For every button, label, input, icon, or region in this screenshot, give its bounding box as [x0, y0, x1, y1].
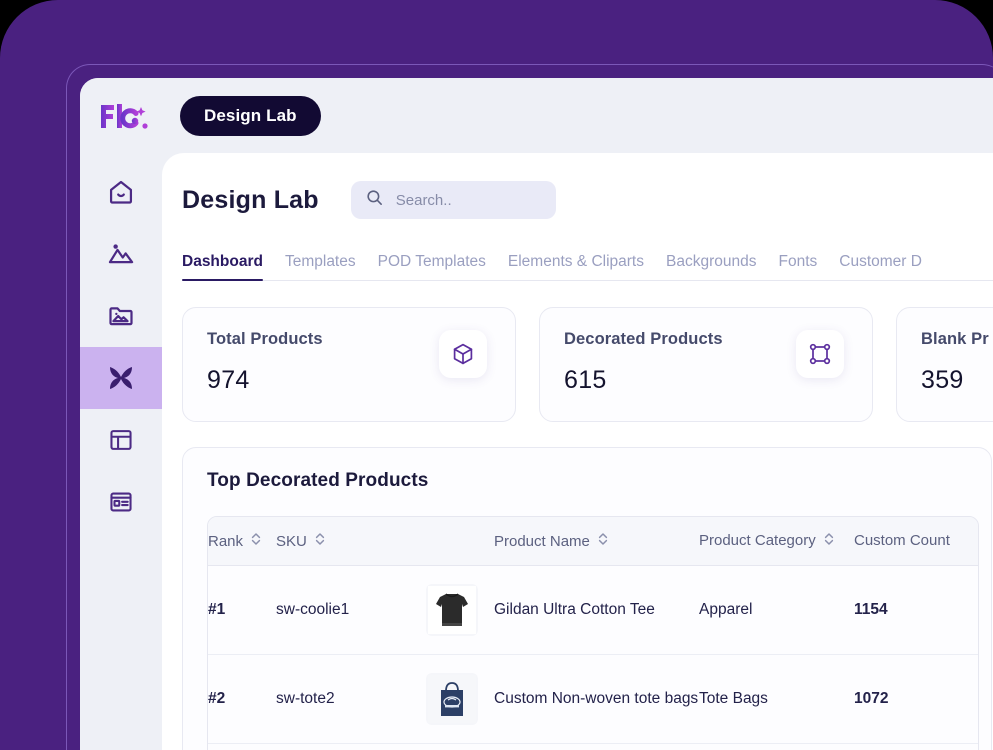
tab-customer-designs[interactable]: Customer D — [839, 253, 922, 280]
sort-icon[interactable] — [315, 531, 325, 551]
tab-pod-templates[interactable]: POD Templates — [378, 253, 486, 280]
sidebar-item-design-lab[interactable] — [80, 347, 162, 409]
tab-bar: Dashboard Templates POD Templates Elemen… — [182, 245, 993, 281]
col-custom-count-label: Custom Count — [854, 532, 950, 549]
stat-label: Blank Pr — [921, 330, 989, 348]
cell-product-name: Custom Non-woven tote bags — [494, 655, 699, 745]
cell-sku: sw-coolie1 — [276, 566, 426, 656]
tab-elements-cliparts[interactable]: Elements & Cliparts — [508, 253, 644, 280]
cell-thumbnail — [426, 655, 494, 745]
butterfly-x-icon — [105, 362, 137, 394]
page-title: Design Lab — [182, 185, 319, 214]
cube-box-icon — [439, 330, 487, 378]
sidebar-item-catalog[interactable] — [80, 471, 162, 533]
cell-sku: sw-tote2 — [276, 655, 426, 745]
col-thumbnail — [426, 517, 494, 567]
search-icon — [365, 188, 384, 212]
table-head: Rank SKU Product Name Product Category C… — [208, 517, 978, 567]
module-badge[interactable]: Design Lab — [180, 95, 321, 136]
product-thumbnail-tshirt — [426, 584, 478, 637]
cell-thumbnail — [426, 566, 494, 656]
tab-dashboard[interactable]: Dashboard — [182, 253, 263, 281]
table-title: Top Decorated Products — [207, 470, 429, 491]
cell-category: Tote Bags — [699, 655, 854, 745]
table-body: #1 sw-coolie1 Gildan Ultra Cotton Tee Ap… — [208, 566, 978, 750]
tab-fonts[interactable]: Fonts — [778, 253, 817, 280]
layout-panel-icon — [108, 427, 134, 453]
cell-count: 1072 — [854, 655, 978, 745]
content-header: Design Lab — [162, 153, 993, 219]
cell-sku — [276, 744, 426, 750]
top-bar: Design Lab — [80, 78, 993, 153]
search-input[interactable] — [395, 191, 531, 209]
sidebar-item-gallery[interactable] — [80, 223, 162, 285]
cell-count — [854, 744, 978, 750]
tab-templates[interactable]: Templates — [285, 253, 356, 280]
table-row[interactable] — [208, 744, 978, 750]
cell-rank: #1 — [208, 566, 276, 656]
col-product-category-label: Product Category — [699, 532, 816, 549]
image-mountain-icon — [107, 240, 135, 268]
stat-card-decorated-products[interactable]: Decorated Products 615 — [539, 307, 873, 422]
top-products-table: Rank SKU Product Name Product Category C… — [207, 516, 979, 750]
col-product-name[interactable]: Product Name — [494, 517, 699, 567]
table-header-row: Rank SKU Product Name Product Category C… — [208, 517, 978, 567]
col-product-category[interactable]: Product Category — [699, 517, 854, 567]
col-product-name-label: Product Name — [494, 532, 590, 550]
col-sku[interactable]: SKU — [276, 517, 426, 567]
sort-icon[interactable] — [598, 531, 608, 551]
cell-rank — [208, 744, 276, 750]
content-panel: Design Lab Dashboard Templates POD Templ… — [162, 153, 993, 750]
table-row[interactable]: #1 sw-coolie1 Gildan Ultra Cotton Tee Ap… — [208, 566, 978, 656]
sort-icon[interactable] — [824, 531, 834, 551]
tab-backgrounds[interactable]: Backgrounds — [666, 253, 756, 280]
sidebar-item-layout[interactable] — [80, 409, 162, 471]
home-icon — [107, 178, 135, 206]
card-list-icon — [108, 489, 134, 515]
cell-category: Apparel — [699, 566, 854, 656]
stat-card-blank-products[interactable]: Blank Pr 359 — [896, 307, 993, 422]
col-sku-label: SKU — [276, 532, 307, 550]
cell-product-name — [494, 744, 699, 750]
sidebar-item-home[interactable] — [80, 161, 162, 223]
stat-value: 359 — [921, 366, 964, 394]
product-thumbnail-tote — [426, 673, 478, 726]
cell-category — [699, 744, 854, 750]
table-row[interactable]: #2 sw-tote2 Custom Non-woven tote bags T… — [208, 655, 978, 745]
sidebar — [80, 153, 162, 750]
sort-icon[interactable] — [251, 531, 261, 551]
col-rank-label: Rank — [208, 532, 244, 550]
purple-backdrop: Design Lab Design Lab Search.. Dashboard… — [0, 0, 993, 750]
folder-image-icon — [107, 302, 135, 330]
stat-card-row: Total Products 974 Decorated Products 61… — [182, 307, 993, 422]
app-window: Design Lab Design Lab Search.. Dashboard… — [80, 78, 993, 750]
transform-frame-icon — [796, 330, 844, 378]
search-box[interactable] — [350, 181, 556, 219]
stat-card-total-products[interactable]: Total Products 974 — [182, 307, 516, 422]
sidebar-item-media-folder[interactable] — [80, 285, 162, 347]
cell-thumbnail — [426, 744, 494, 750]
col-custom-count[interactable]: Custom Count — [854, 517, 978, 567]
cell-count: 1154 — [854, 566, 978, 656]
col-rank[interactable]: Rank — [208, 517, 276, 567]
flo-logo-icon[interactable] — [98, 99, 160, 133]
top-products-card: Top Decorated Products Rank SKU Product … — [182, 447, 992, 750]
cell-rank: #2 — [208, 655, 276, 745]
cell-product-name: Gildan Ultra Cotton Tee — [494, 566, 699, 656]
